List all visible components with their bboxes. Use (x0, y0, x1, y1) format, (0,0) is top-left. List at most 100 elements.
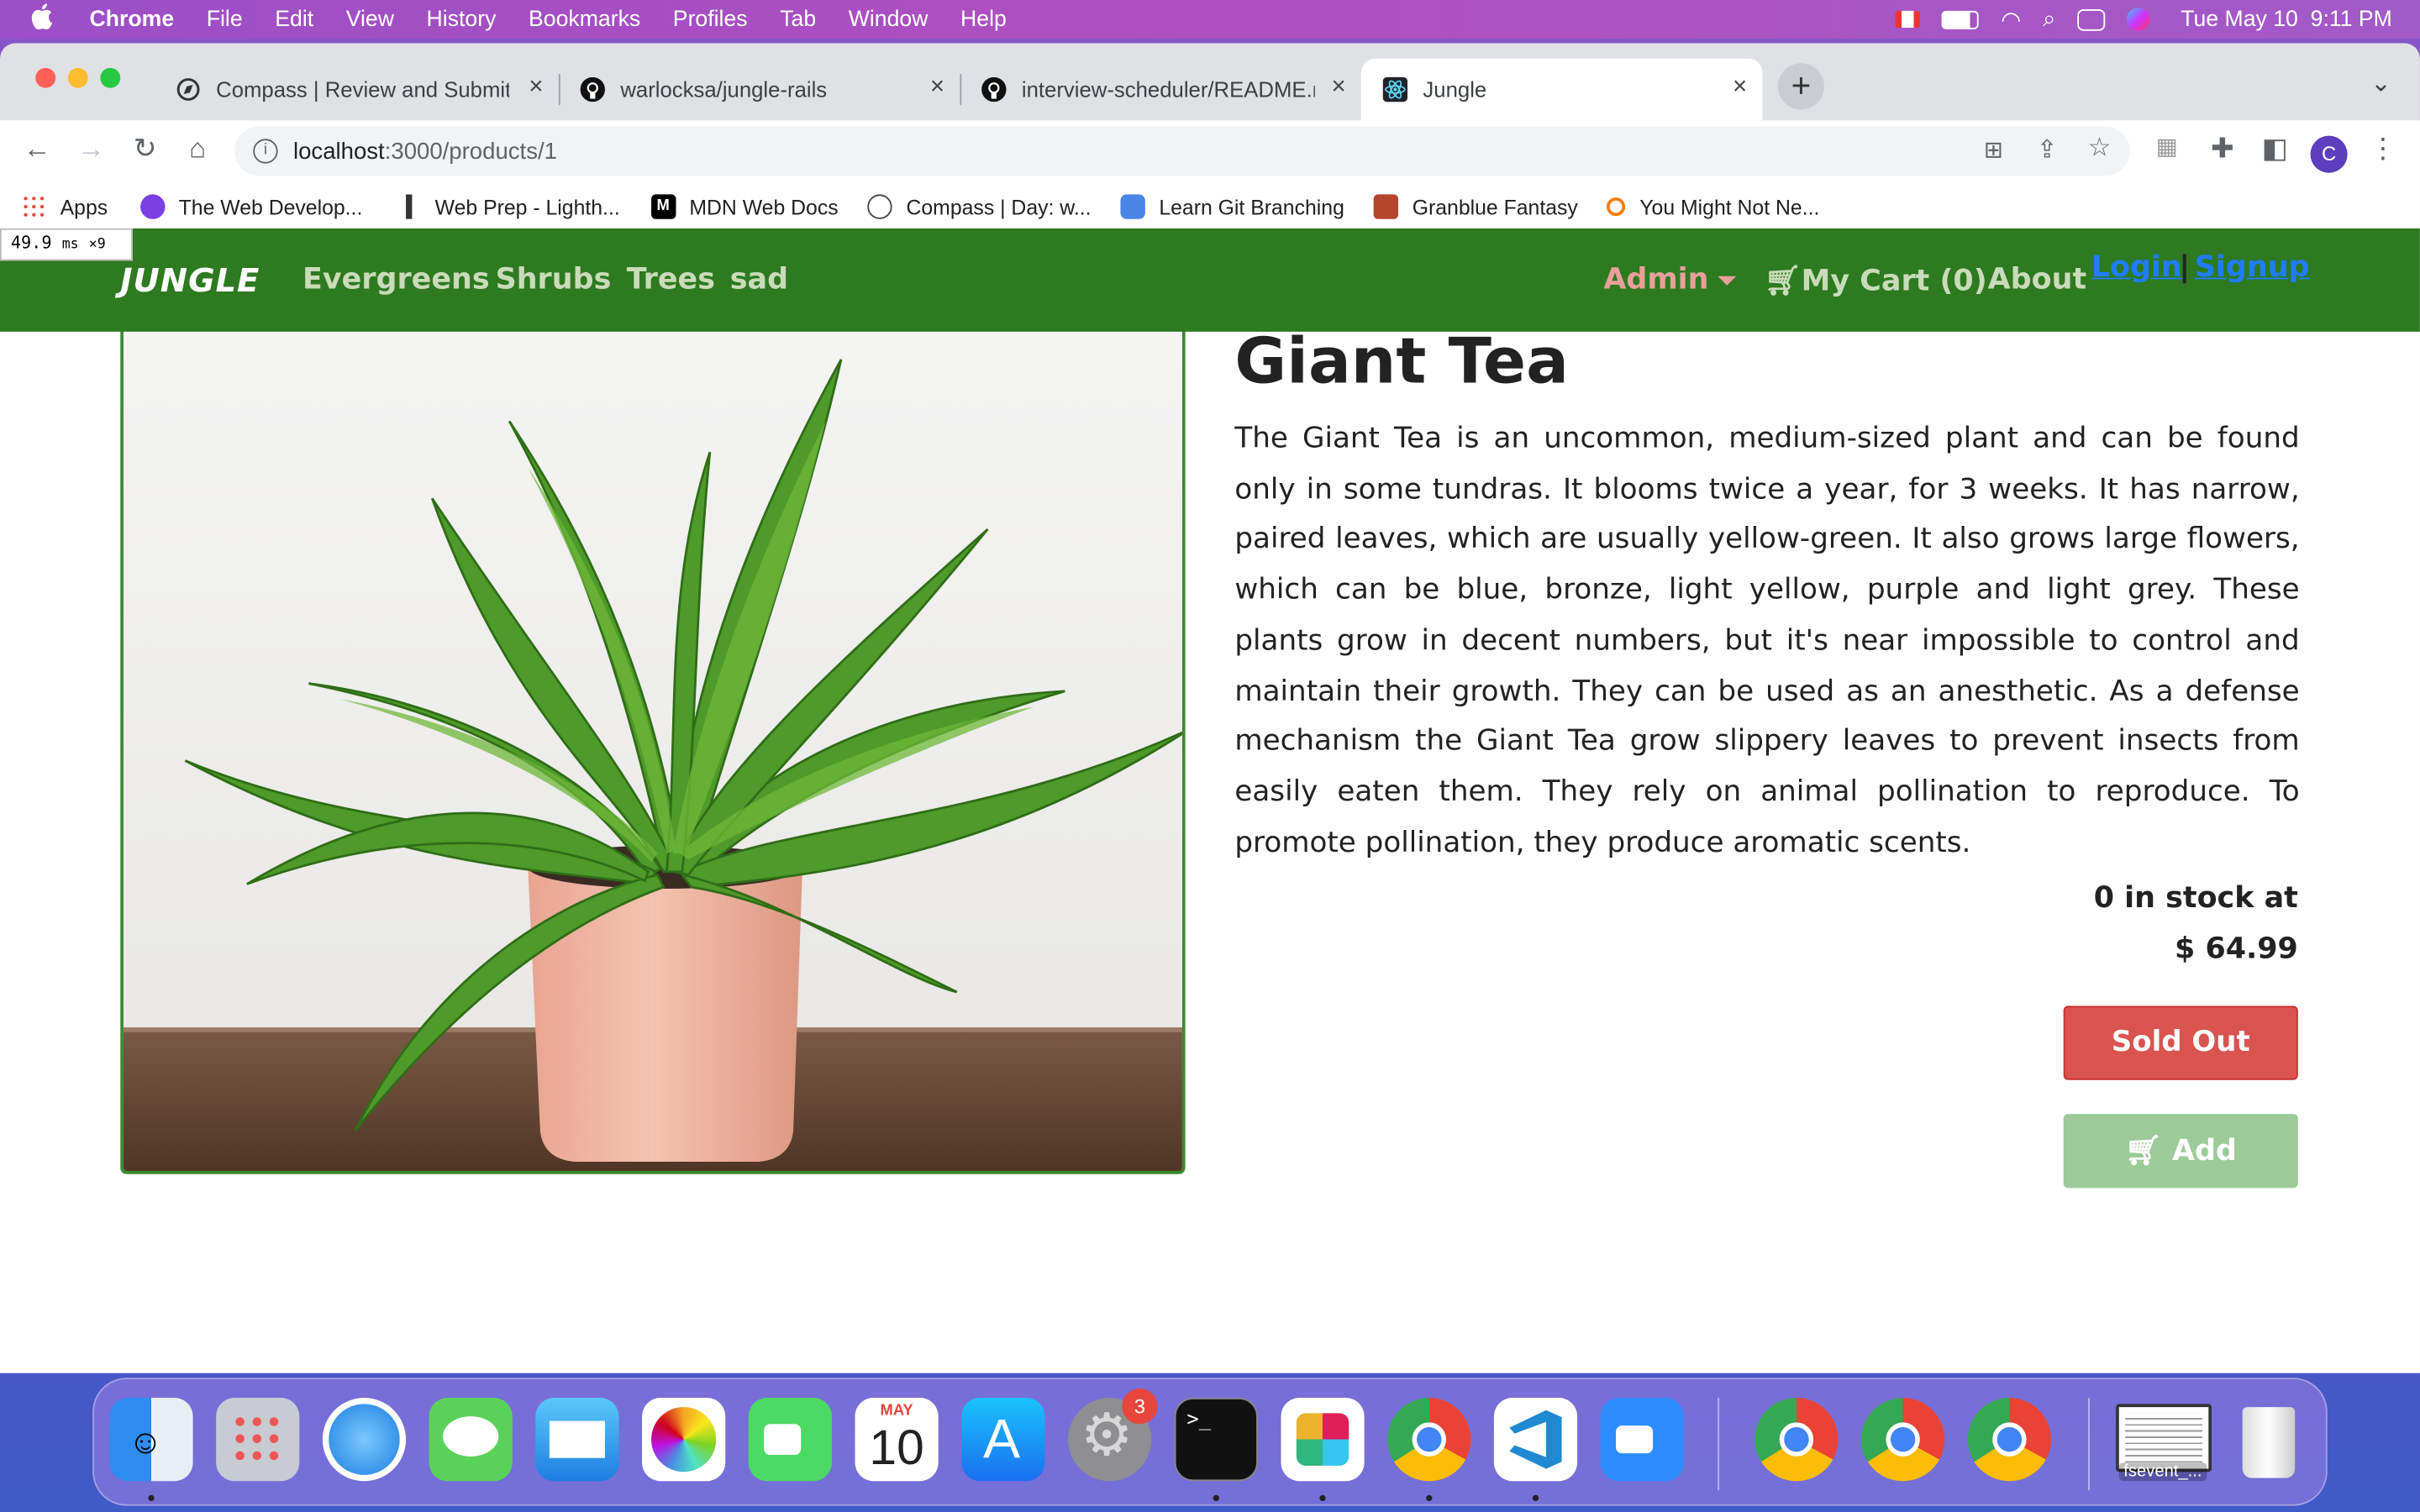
extensions-puzzle-icon[interactable]: ✚ (2204, 133, 2241, 165)
add-to-cart-button[interactable]: 🛒︎ Add (2063, 1114, 2298, 1189)
dock-mail[interactable] (535, 1398, 619, 1482)
launchpad-grid-icon (231, 1413, 284, 1466)
signup-link[interactable]: Signup (2195, 250, 2310, 284)
close-window-button[interactable] (35, 67, 56, 88)
menu-history[interactable]: History (427, 7, 497, 31)
dock-calendar[interactable]: MAY 10 (855, 1398, 939, 1482)
reload-icon[interactable]: ↻ (127, 133, 164, 165)
dock-launchpad[interactable] (216, 1398, 300, 1482)
menu-help[interactable]: Help (960, 7, 1007, 31)
dock-trash[interactable] (2227, 1398, 2310, 1481)
bookmark-apps[interactable]: Apps (21, 194, 108, 219)
react-icon (1382, 76, 1408, 102)
product-description: The Giant Tea is an uncommon, medium-siz… (1234, 423, 2300, 859)
control-center-icon[interactable] (2077, 8, 2106, 30)
home-icon[interactable]: ⌂ (179, 133, 216, 165)
back-arrow-icon[interactable]: ← (18, 133, 55, 165)
my-cart-link[interactable]: 🛒︎My Cart (0) (1764, 262, 1986, 297)
site-logo[interactable]: JUNGLE (120, 262, 260, 299)
new-tab-button[interactable]: + (1777, 63, 1824, 110)
minimize-window-button[interactable] (67, 67, 88, 88)
menu-bookmarks[interactable]: Bookmarks (529, 7, 640, 31)
admin-dropdown[interactable]: Admin (1603, 262, 1737, 297)
url-path: :3000/products/1 (384, 138, 557, 165)
battery-icon[interactable] (1942, 9, 1980, 29)
side-panel-icon[interactable]: ◧ (2256, 133, 2293, 165)
nav-trees[interactable]: Trees (627, 262, 715, 296)
share-icon[interactable]: ⇪ (2037, 134, 2058, 165)
siri-icon[interactable] (2126, 8, 2150, 31)
login-link[interactable]: Login (2091, 250, 2182, 284)
bookmark-granblue[interactable]: Granblue Fantasy (1373, 194, 1578, 219)
product-image (120, 325, 1186, 1174)
granblue-icon (1373, 194, 1399, 219)
dock-finder[interactable]: ☺ (109, 1398, 193, 1482)
stock-line: 0 in stock at (2093, 880, 2298, 916)
menu-view[interactable]: View (346, 7, 394, 31)
safari-compass-icon (329, 1404, 400, 1475)
menubar-datetime[interactable]: Tue May 10 9:11 PM (2181, 7, 2392, 31)
address-bar[interactable]: i localhost:3000/products/1 ⊞ ⇪ ☆ (234, 126, 2130, 176)
bookmark-compass-day[interactable]: Compass | Day: w... (867, 194, 1092, 219)
extension-icon[interactable]: ▦ (2149, 133, 2186, 160)
menu-file[interactable]: File (207, 7, 243, 31)
nav-sad[interactable]: sad (730, 262, 788, 296)
bookmark-learn-git[interactable]: Learn Git Branching (1120, 194, 1344, 219)
flag-icon[interactable] (1896, 10, 1921, 29)
close-tab-icon[interactable]: × (930, 74, 944, 102)
dock-app-store[interactable]: A (961, 1398, 1045, 1482)
translate-icon[interactable]: ⊞ (1984, 136, 2003, 163)
tab-interview-scheduler[interactable]: interview-scheduler/README.m × (960, 59, 1361, 120)
dock-zoom[interactable] (1600, 1398, 1684, 1482)
close-tab-icon[interactable]: × (1331, 74, 1345, 102)
perf-value: 49.9 (10, 233, 52, 254)
dock-slack[interactable] (1281, 1398, 1365, 1482)
zoom-window-button[interactable] (100, 67, 121, 88)
mdn-icon: M (650, 194, 676, 219)
dock-chrome-2[interactable] (1754, 1398, 1839, 1482)
bookmark-label: You Might Not Ne... (1639, 195, 1820, 218)
bookmark-web-prep[interactable]: Web Prep - Lighth... (396, 194, 620, 219)
bookmark-mdn[interactable]: M MDN Web Docs (650, 194, 839, 219)
dock-messages[interactable] (429, 1398, 513, 1482)
menu-app-name[interactable]: Chrome (90, 7, 175, 31)
menu-edit[interactable]: Edit (275, 7, 313, 31)
dock-chrome-4[interactable] (1967, 1398, 2051, 1482)
spotlight-search-icon[interactable]: ⌕ (2043, 6, 2055, 32)
more-menu-icon[interactable]: ⋮ (2365, 133, 2402, 165)
dock-chrome[interactable] (1387, 1398, 1471, 1482)
bookmark-you-might-not[interactable]: You Might Not Ne... (1607, 195, 1820, 218)
forward-arrow-icon[interactable]: → (72, 133, 109, 165)
dock-vscode[interactable] (1493, 1398, 1578, 1482)
dock-file-preview[interactable] (2116, 1404, 2212, 1473)
tab-title: interview-scheduler/README.m (1021, 76, 1315, 102)
nav-shrubs[interactable]: Shrubs (496, 262, 612, 296)
bookmark-star-icon[interactable]: ☆ (2088, 133, 2112, 164)
perf-count: ×9 (88, 237, 106, 254)
bookmark-web-develop[interactable]: The Web Develop... (139, 194, 362, 219)
apple-menu-icon[interactable] (31, 3, 53, 36)
profile-avatar[interactable]: C (2310, 135, 2348, 173)
tab-compass[interactable]: Compass | Review and Submit × (155, 59, 559, 120)
site-info-icon[interactable]: i (253, 139, 278, 164)
dock-terminal[interactable]: >_ (1174, 1398, 1258, 1482)
close-tab-icon[interactable]: × (529, 74, 543, 102)
github-icon (981, 76, 1007, 102)
tab-search-chevron-icon[interactable]: ⌄ (2370, 68, 2391, 99)
dock-facetime[interactable] (748, 1398, 832, 1482)
close-tab-icon[interactable]: × (1733, 74, 1747, 102)
about-link[interactable]: About (1988, 262, 2086, 296)
menu-window[interactable]: Window (849, 7, 929, 31)
dock-chrome-3[interactable] (1861, 1398, 1945, 1482)
dock-safari[interactable] (322, 1398, 407, 1482)
tab-jungle-rails[interactable]: warlocksa/jungle-rails × (559, 59, 960, 120)
wifi-icon[interactable]: ◠ (2001, 5, 2021, 33)
tab-jungle-active[interactable]: Jungle × (1360, 58, 1763, 121)
dock-photos[interactable] (642, 1398, 726, 1482)
slack-icon (1296, 1413, 1349, 1466)
bookmark-label: Compass | Day: w... (906, 195, 1092, 218)
tab-title: warlocksa/jungle-rails (620, 76, 828, 102)
menu-profiles[interactable]: Profiles (673, 7, 748, 31)
nav-evergreens[interactable]: Evergreens (302, 262, 490, 296)
menu-tab[interactable]: Tab (780, 7, 816, 31)
